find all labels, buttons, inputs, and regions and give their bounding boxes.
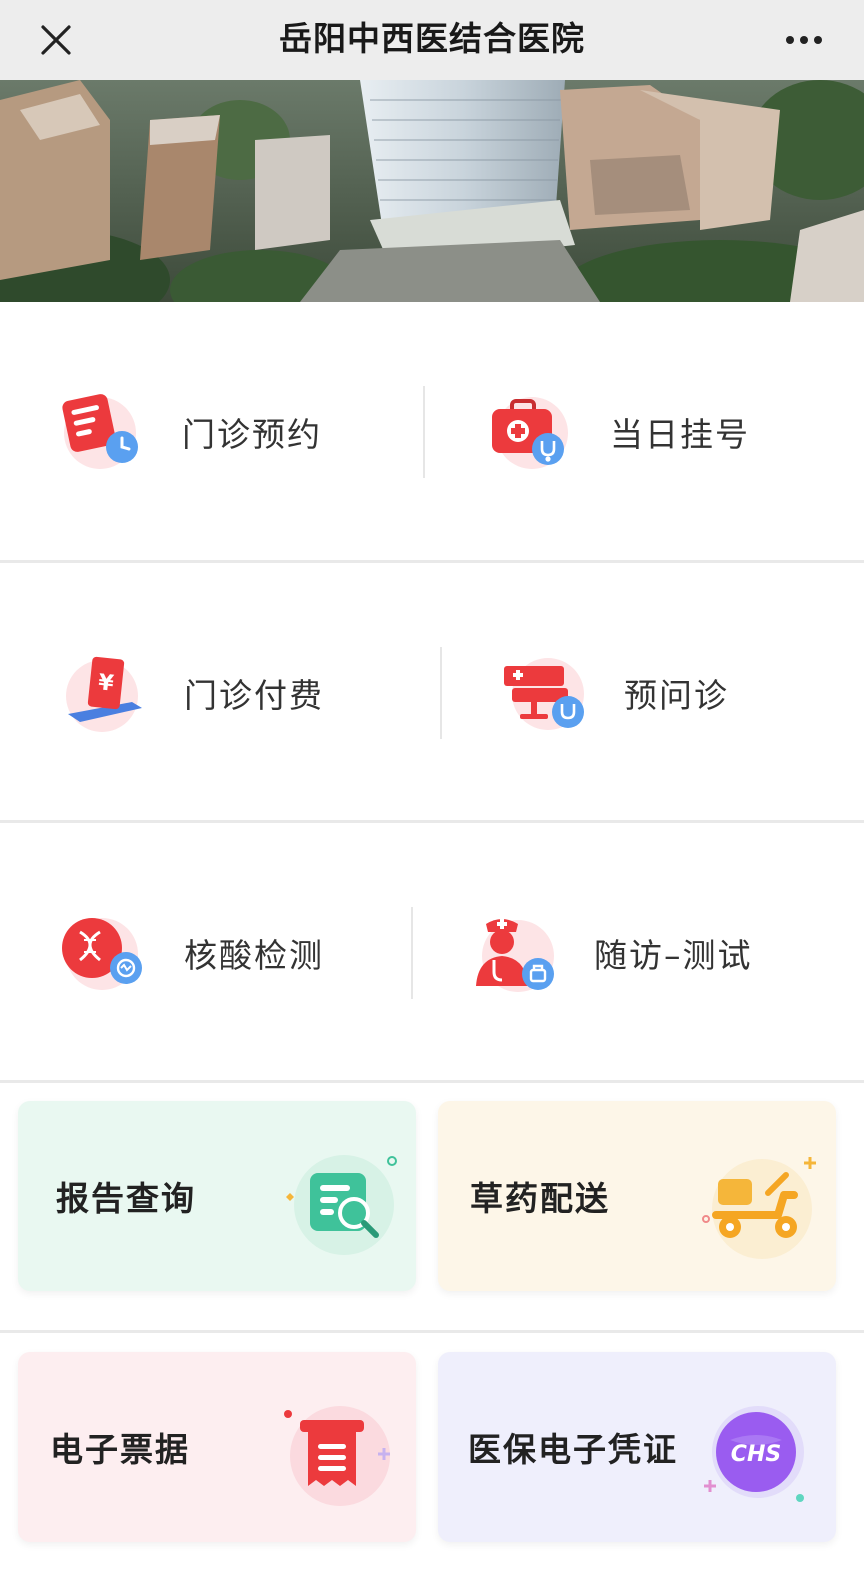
e-receipt-label: 电子票据 bbox=[50, 1430, 190, 1469]
e-receipt-card[interactable]: 电子票据 bbox=[18, 1352, 416, 1542]
nurse-followup-icon bbox=[476, 919, 554, 992]
same-day-registration-button[interactable]: 当日挂号 bbox=[488, 362, 750, 502]
same-day-registration-label: 当日挂号 bbox=[610, 415, 750, 454]
medical-insurance-voucher-card[interactable]: 医保电子凭证 CHS bbox=[438, 1352, 836, 1542]
pre-consultation-button[interactable]: 预问诊 bbox=[502, 623, 729, 763]
nucleic-acid-test-label: 核酸检测 bbox=[184, 936, 324, 975]
column-divider bbox=[423, 386, 425, 478]
follow-up-test-button[interactable]: 随访–测试 bbox=[472, 883, 753, 1023]
outpatient-appointment-button[interactable]: 门诊预约 bbox=[60, 362, 322, 502]
dna-test-icon bbox=[62, 918, 142, 990]
service-row-2: ¥ 门诊付费 预问诊 bbox=[0, 563, 864, 821]
report-query-label: 报告查询 bbox=[56, 1179, 196, 1218]
column-divider bbox=[411, 907, 413, 999]
report-query-card[interactable]: 报告查询 bbox=[18, 1101, 416, 1291]
follow-up-test-label: 随访–测试 bbox=[594, 936, 753, 975]
page-title: 岳阳中西医结合医院 bbox=[279, 19, 585, 58]
svg-text:CHS: CHS bbox=[731, 1442, 781, 1467]
nucleic-acid-test-button[interactable]: 核酸检测 bbox=[62, 883, 324, 1023]
yuan-payment-icon: ¥ bbox=[66, 656, 142, 732]
monitor-stethoscope-icon bbox=[504, 658, 584, 730]
medical-kit-icon bbox=[492, 397, 568, 469]
herbal-delivery-label: 草药配送 bbox=[470, 1179, 610, 1218]
receipt-icon bbox=[284, 1406, 390, 1506]
medical-insurance-voucher-label: 医保电子凭证 bbox=[468, 1430, 678, 1469]
chs-insurance-icon: CHS bbox=[704, 1406, 804, 1502]
column-divider bbox=[440, 647, 442, 739]
more-dots-icon bbox=[786, 36, 822, 44]
pre-consultation-label: 预问诊 bbox=[624, 676, 729, 715]
outpatient-appointment-label: 门诊预约 bbox=[182, 415, 322, 454]
outpatient-payment-label: 门诊付费 bbox=[184, 676, 324, 715]
row-divider bbox=[0, 1080, 864, 1083]
service-row-3: 核酸检测 随访–测试 bbox=[0, 823, 864, 1081]
hospital-building-photo bbox=[0, 80, 864, 302]
more-button[interactable] bbox=[774, 16, 834, 64]
scooter-delivery-icon bbox=[702, 1157, 816, 1259]
top-bar: 岳阳中西医结合医院 bbox=[0, 0, 864, 80]
herbal-delivery-card[interactable]: 草药配送 bbox=[438, 1101, 836, 1291]
report-search-icon bbox=[286, 1155, 397, 1255]
outpatient-payment-button[interactable]: ¥ 门诊付费 bbox=[62, 623, 324, 763]
service-row-1: 门诊预约 当日挂号 bbox=[0, 302, 864, 560]
hospital-banner[interactable] bbox=[0, 80, 864, 302]
row-divider bbox=[0, 1330, 864, 1333]
clipboard-clock-icon bbox=[62, 394, 138, 469]
